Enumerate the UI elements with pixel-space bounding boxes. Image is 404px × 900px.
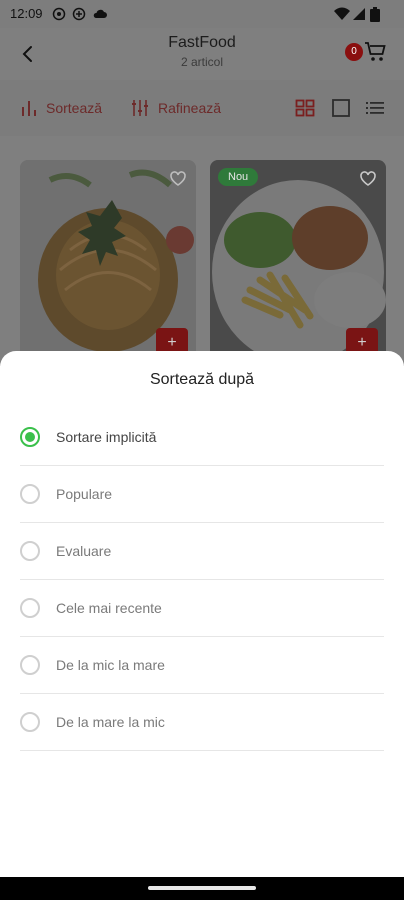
sort-option-popular[interactable]: Populare <box>20 466 384 523</box>
radio-unselected[interactable] <box>20 598 40 618</box>
settings-icon <box>72 7 86 21</box>
system-nav-bar <box>0 877 404 900</box>
sort-option-rating[interactable]: Evaluare <box>20 523 384 580</box>
radio-unselected[interactable] <box>20 655 40 675</box>
signal-icon <box>353 8 365 20</box>
sort-option-price-desc[interactable]: De la mare la mic <box>20 694 384 751</box>
sort-bottom-sheet: Sortează după Sortare implicită Populare… <box>0 351 404 877</box>
home-gesture-pill[interactable] <box>148 886 256 890</box>
sort-option-label: Cele mai recente <box>56 600 162 616</box>
sort-label: Sortează <box>46 100 103 116</box>
sort-option-price-asc[interactable]: De la mic la mare <box>20 637 384 694</box>
sort-option-label: De la mare la mic <box>56 714 165 730</box>
list-view-icon[interactable] <box>365 98 385 118</box>
sliders-icon <box>132 100 148 116</box>
bar-chart-icon <box>22 101 36 116</box>
refine-label: Rafinează <box>158 100 222 116</box>
product-card[interactable]: Nou + <box>210 160 386 360</box>
product-grid: + Nou + <box>0 136 404 366</box>
item-count: 2 articol <box>180 55 224 69</box>
favorite-heart-icon[interactable] <box>358 168 378 188</box>
new-badge: Nou <box>218 168 259 186</box>
favorite-heart-icon[interactable] <box>168 168 188 188</box>
cart-icon[interactable] <box>364 40 388 64</box>
sort-option-label: De la mic la mare <box>56 657 165 673</box>
status-time: 12:09 <box>10 6 43 21</box>
radio-unselected[interactable] <box>20 484 40 504</box>
app-header: FastFood 2 articol 0 <box>0 28 404 80</box>
battery-icon <box>370 7 380 22</box>
product-toolbar: Sortează Rafinează <box>0 80 404 136</box>
sort-option-label: Evaluare <box>56 543 112 559</box>
sort-button[interactable]: Sortează <box>20 98 102 118</box>
wifi-icon <box>334 7 350 20</box>
cloud-icon <box>93 9 107 18</box>
sheet-title: Sortează după <box>149 371 255 388</box>
grid-view-icon[interactable] <box>295 98 315 118</box>
whatsapp-icon <box>52 7 66 21</box>
page-title: FastFood <box>168 34 236 51</box>
radio-unselected[interactable] <box>20 712 40 732</box>
refine-button[interactable]: Rafinează <box>130 98 221 118</box>
sort-option-newest[interactable]: Cele mai recente <box>20 580 384 637</box>
radio-unselected[interactable] <box>20 541 40 561</box>
cart-count-badge: 0 <box>345 43 363 61</box>
sort-option-label: Populare <box>56 486 113 502</box>
radio-selected[interactable] <box>20 427 40 447</box>
sort-option-default[interactable]: Sortare implicită <box>20 409 384 466</box>
product-card[interactable]: + <box>20 160 196 360</box>
status-bar: 12:09 <box>0 0 404 28</box>
sort-option-label: Sortare implicită <box>56 429 157 445</box>
single-view-icon[interactable] <box>331 98 351 118</box>
